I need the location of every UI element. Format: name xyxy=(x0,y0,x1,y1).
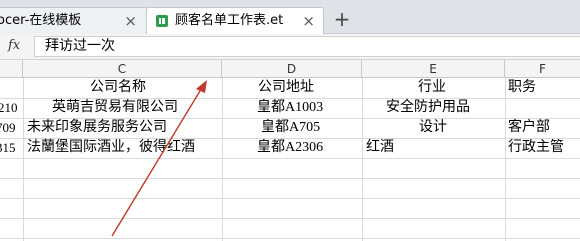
column-headers: C D E F xyxy=(0,60,580,78)
grid-line xyxy=(0,198,580,199)
cell-company[interactable]: 英萌吉贸易有限公司 xyxy=(52,98,178,118)
column-header-c[interactable]: C xyxy=(23,60,222,78)
cell-industry-header[interactable]: 行业 xyxy=(418,78,446,98)
row-number[interactable]: 210 xyxy=(0,98,20,118)
grid-line xyxy=(0,238,580,239)
row-number[interactable]: 315 xyxy=(0,138,18,158)
grid-line xyxy=(222,78,223,241)
column-header-e[interactable]: E xyxy=(362,60,505,78)
formula-input[interactable]: 拜访过一次 xyxy=(34,36,580,57)
tab-label: 顾客名单工作表.et xyxy=(175,13,284,28)
grid-line xyxy=(0,218,580,219)
cell-industry[interactable]: 设计 xyxy=(419,118,447,138)
cell-industry[interactable]: 安全防护用品 xyxy=(386,98,470,118)
close-icon[interactable]: × xyxy=(302,8,315,34)
cell-address-header[interactable]: 公司地址 xyxy=(258,78,314,98)
cell-title[interactable]: 客户部 xyxy=(508,118,550,138)
cell-title-header[interactable]: 职务 xyxy=(508,78,536,98)
cell-title[interactable]: 行政主管 xyxy=(508,138,564,158)
column-header-f[interactable]: F xyxy=(505,60,580,78)
column-header-d[interactable]: D xyxy=(222,60,362,78)
tab-label: ocer-在线模板 xyxy=(0,13,82,28)
cell-company-header[interactable]: 公司名称 xyxy=(90,78,146,98)
cell-industry[interactable]: 红酒 xyxy=(366,138,394,158)
spreadsheet-icon xyxy=(156,15,168,27)
grid-line xyxy=(362,78,363,241)
grid-line xyxy=(0,158,580,159)
formula-bar: fx 拜访过一次 xyxy=(0,34,580,60)
close-icon[interactable]: × xyxy=(124,8,137,34)
row-number[interactable] xyxy=(0,78,20,98)
cell-address[interactable]: 皇都A2306 xyxy=(257,138,323,158)
cell-address[interactable]: 皇都A705 xyxy=(261,118,320,138)
cell-address[interactable]: 皇都A1003 xyxy=(257,98,323,118)
grid-line xyxy=(0,178,580,179)
row-number[interactable]: 709 xyxy=(0,118,18,138)
tab-docer-templates[interactable]: ocer-在线模板 × xyxy=(0,7,148,34)
fx-icon[interactable]: fx xyxy=(8,38,20,53)
grid-line xyxy=(505,78,506,241)
spreadsheet-grid: C D E F 公司名称 公司地址 行业 职务 210 英萌吉贸易有限公司 皇都… xyxy=(0,60,580,241)
tab-bar: ocer-在线模板 × 顾客名单工作表.et × + xyxy=(0,0,580,35)
tab-customer-sheet[interactable]: 顾客名单工作表.et × xyxy=(146,7,324,35)
grid-line xyxy=(23,78,24,241)
row-header-corner[interactable] xyxy=(0,60,23,78)
cell-company[interactable]: 法蘭堡国际酒业，彼得红酒 xyxy=(27,138,195,158)
new-tab-button[interactable]: + xyxy=(332,7,352,33)
cell-company[interactable]: 未来印象展务服务公司 xyxy=(27,118,167,138)
